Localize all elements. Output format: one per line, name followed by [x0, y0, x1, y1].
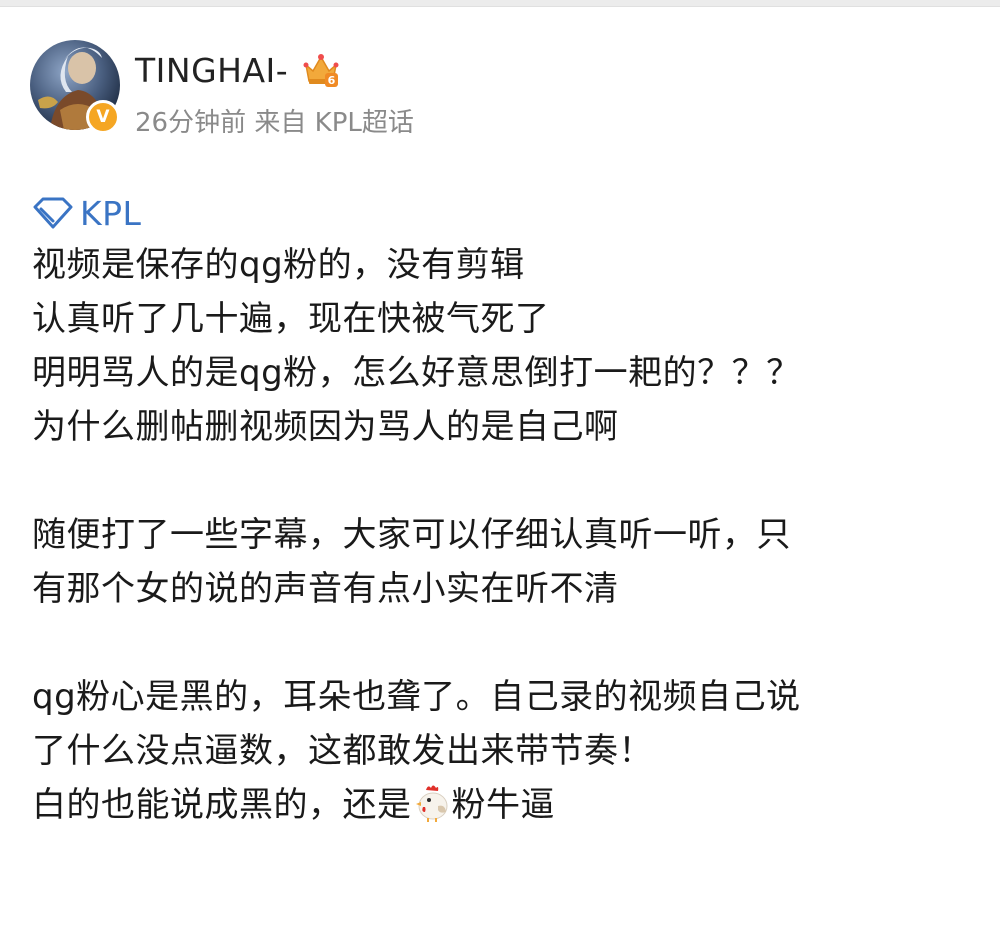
- text-before-emoji: 白的也能说成黑的，还是: [32, 785, 412, 825]
- text-after-emoji: 粉牛逼: [451, 785, 555, 825]
- post-text-line: 明明骂人的是qg粉，怎么好意思倒打一耙的？？？: [32, 353, 801, 393]
- level-number: 6: [328, 74, 336, 87]
- username-row: TINGHAI- 6: [135, 50, 340, 90]
- post-text-line: 认真听了几十遍，现在快被气死了: [32, 299, 550, 339]
- post-meta: 26分钟前 来自 KPL超话: [135, 102, 414, 139]
- verified-badge-icon: V: [86, 100, 120, 134]
- source-prefix: 来自: [254, 108, 307, 138]
- username[interactable]: TINGHAI-: [135, 51, 288, 90]
- post-content: KPL 视频是保存的qg粉的，没有剪辑 认真听了几十遍，现在快被气死了 明明骂人…: [32, 188, 972, 832]
- post-text-line: 随便打了一些字幕，大家可以仔细认真听一听，只: [32, 515, 791, 555]
- diamond-icon: [33, 197, 73, 229]
- post-text-line-with-emoji: 白的也能说成黑的，还是 粉牛逼: [32, 778, 972, 832]
- chicken-emoji-icon: [415, 785, 447, 822]
- post-text-line: 为什么删帖删视频因为骂人的是自己啊: [32, 407, 619, 447]
- top-divider: [0, 0, 1000, 7]
- post-source[interactable]: KPL超话: [315, 108, 414, 138]
- crown-level-icon[interactable]: 6: [302, 51, 340, 89]
- post-text-line: 视频是保存的qg粉的，没有剪辑: [32, 245, 525, 285]
- post-text-line: 有那个女的说的声音有点小实在听不清: [32, 569, 619, 609]
- post-text-line: 了什么没点逼数，这都敢发出来带节奏！: [32, 731, 653, 771]
- topic-label[interactable]: KPL: [80, 194, 141, 233]
- post-text-line: qg粉心是黑的，耳朵也聋了。自己录的视频自己说: [32, 677, 801, 717]
- topic-link[interactable]: KPL: [32, 188, 972, 238]
- post-header: V TINGHAI- 6 26分钟前 来自 KPL超话: [30, 40, 970, 140]
- post-time: 26分钟前: [135, 108, 247, 138]
